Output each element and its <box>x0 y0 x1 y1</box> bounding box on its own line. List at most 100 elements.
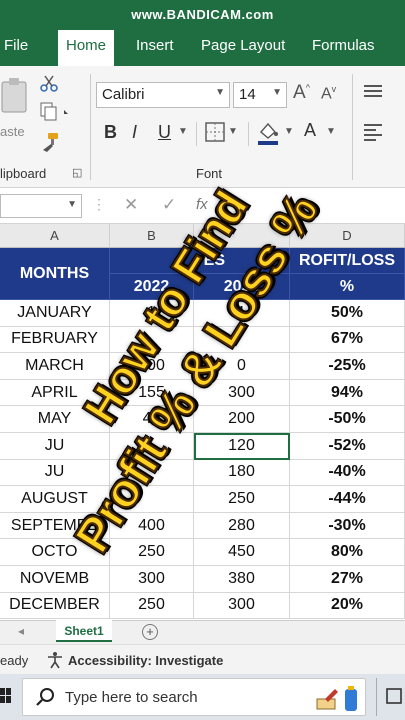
column-header-d[interactable]: D <box>290 224 405 248</box>
chevron-down-icon[interactable]: ▼ <box>326 126 336 137</box>
italic-button[interactable]: I <box>132 122 137 143</box>
column-header-b[interactable]: B <box>110 224 194 248</box>
borders-icon[interactable] <box>205 122 225 147</box>
header-sales-group[interactable]: ES <box>110 248 290 274</box>
header-percent[interactable]: % <box>290 274 405 300</box>
cell-2022[interactable] <box>110 459 194 487</box>
cell-month[interactable]: JU <box>0 459 110 487</box>
cell-2023[interactable]: 200 <box>194 406 290 433</box>
cell-month[interactable]: JANUARY <box>0 300 110 327</box>
cell-month[interactable]: NOVEMB <box>0 566 110 593</box>
header-profit-loss[interactable]: ROFIT/LOSS <box>290 248 405 274</box>
scroll-left-icon[interactable]: ◂ <box>18 624 24 638</box>
cell-2023[interactable]: 300 <box>194 379 290 407</box>
tab-home[interactable]: Home <box>58 26 115 66</box>
cell-profit-loss-pct[interactable]: 20% <box>290 592 405 620</box>
bold-button[interactable]: B <box>104 122 117 143</box>
insert-function-icon[interactable]: fx <box>196 196 208 213</box>
cell-profit-loss-pct[interactable]: 80% <box>290 539 405 566</box>
font-name-combo[interactable]: Calibri ▼ <box>96 82 230 108</box>
cell-profit-loss-pct[interactable]: 50% <box>290 300 405 327</box>
cell-2023[interactable]: 300 <box>194 592 290 620</box>
cell-month[interactable]: JU <box>0 433 110 460</box>
tab-insert[interactable]: Insert <box>136 26 174 66</box>
cell-2023[interactable]: 250 <box>194 486 290 513</box>
cell-month[interactable]: OCTO <box>0 539 110 566</box>
cell-profit-loss-pct[interactable]: -44% <box>290 486 405 513</box>
cell-2023[interactable]: 1 <box>194 300 290 327</box>
cell-2022[interactable]: 200 <box>110 353 194 380</box>
cell-profit-loss-pct[interactable]: -50% <box>290 406 405 433</box>
cell-month[interactable]: AUGUST <box>0 486 110 513</box>
cell-2022[interactable] <box>110 326 194 354</box>
align-top-icon[interactable] <box>362 82 384 107</box>
cell-month[interactable]: MAY <box>0 406 110 433</box>
cancel-icon[interactable]: ✕ <box>124 195 138 215</box>
chevron-down-icon[interactable]: ▼ <box>178 126 188 137</box>
taskbar-search[interactable]: Type here to search <box>22 678 366 716</box>
cell-profit-loss-pct[interactable]: -52% <box>290 433 405 460</box>
cut-icon[interactable] <box>40 74 58 97</box>
grow-font-button[interactable]: A^ <box>293 82 310 104</box>
font-size-combo[interactable]: 14 ▼ <box>233 82 287 108</box>
cell-2023[interactable]: 450 <box>194 539 290 566</box>
column-header-c[interactable] <box>194 224 290 248</box>
cell-2022[interactable]: 40 <box>110 406 194 433</box>
chevron-down-icon[interactable]: ▼ <box>284 126 294 137</box>
cell-profit-loss-pct[interactable]: -40% <box>290 459 405 487</box>
shrink-font-button[interactable]: Av <box>321 84 336 103</box>
cell-month[interactable]: MARCH <box>0 353 110 380</box>
cell-profit-loss-pct[interactable]: 67% <box>290 326 405 354</box>
cell-profit-loss-pct[interactable]: -25% <box>290 353 405 380</box>
font-color-button[interactable]: A <box>304 120 316 141</box>
cell-2023[interactable]: 120 <box>194 433 290 460</box>
cell-2022[interactable]: 300 <box>110 566 194 593</box>
formula-input[interactable] <box>222 194 405 218</box>
fill-color-icon[interactable] <box>256 120 280 151</box>
name-box[interactable]: ▼ <box>0 194 82 218</box>
align-left-icon[interactable] <box>362 122 384 149</box>
cell-2022[interactable]: 1 <box>110 300 194 327</box>
cell-2022[interactable]: 400 <box>110 512 194 540</box>
format-painter-icon[interactable] <box>40 132 60 157</box>
tab-formulas[interactable]: Formulas <box>312 26 375 66</box>
cell-2023[interactable]: 180 <box>194 459 290 487</box>
cell-2023[interactable] <box>194 326 290 354</box>
underline-button[interactable]: U <box>158 122 171 143</box>
column-header-a[interactable]: A <box>0 224 110 248</box>
cell-2022[interactable]: 155 <box>110 379 194 407</box>
worksheet-grid[interactable]: A B D MONTHS ES 2022 2023 ROFIT/LOSS % J… <box>0 224 405 620</box>
header-2023[interactable]: 2023 <box>194 274 290 300</box>
chevron-down-icon: ▼ <box>215 87 225 98</box>
cell-profit-loss-pct[interactable]: -30% <box>290 512 405 540</box>
cell-2023[interactable]: 380 <box>194 566 290 593</box>
cell-profit-loss-pct[interactable]: 94% <box>290 379 405 407</box>
windows-start-icon[interactable] <box>0 686 12 711</box>
accessibility-icon[interactable] <box>46 651 64 672</box>
header-2022[interactable]: 2022 <box>110 274 194 300</box>
cell-profit-loss-pct[interactable]: 27% <box>290 566 405 593</box>
cell-month[interactable]: DECEMBER <box>0 592 110 620</box>
cell-2022[interactable] <box>110 433 194 460</box>
cell-2022[interactable]: 250 <box>110 592 194 620</box>
accessibility-status[interactable]: Accessibility: Investigate <box>68 653 223 668</box>
paste-icon[interactable] <box>0 76 32 116</box>
cell-2023[interactable]: 0 <box>194 353 290 380</box>
tab-page-layout[interactable]: Page Layout <box>201 26 285 66</box>
chevron-down-icon[interactable]: ▼ <box>228 126 238 137</box>
copy-icon[interactable] <box>40 102 70 127</box>
task-view-icon[interactable] <box>386 686 404 711</box>
dialog-launcher-icon[interactable]: ◱ <box>72 166 82 179</box>
cell-month[interactable]: FEBRUARY <box>0 326 110 354</box>
cell-2022[interactable]: 250 <box>110 539 194 566</box>
tab-file[interactable]: File <box>4 26 28 66</box>
paint-widget-icon[interactable] <box>315 685 359 718</box>
cell-2023[interactable]: 280 <box>194 512 290 540</box>
cell-month[interactable]: APRIL <box>0 379 110 407</box>
confirm-icon[interactable]: ✓ <box>162 195 176 215</box>
header-months[interactable]: MONTHS <box>0 248 110 300</box>
cell-2022[interactable] <box>110 486 194 513</box>
sheet-tab-sheet1[interactable]: Sheet1 <box>56 620 112 642</box>
add-sheet-button[interactable]: + <box>142 624 158 640</box>
cell-month[interactable]: SEPTEMBE <box>0 512 110 540</box>
